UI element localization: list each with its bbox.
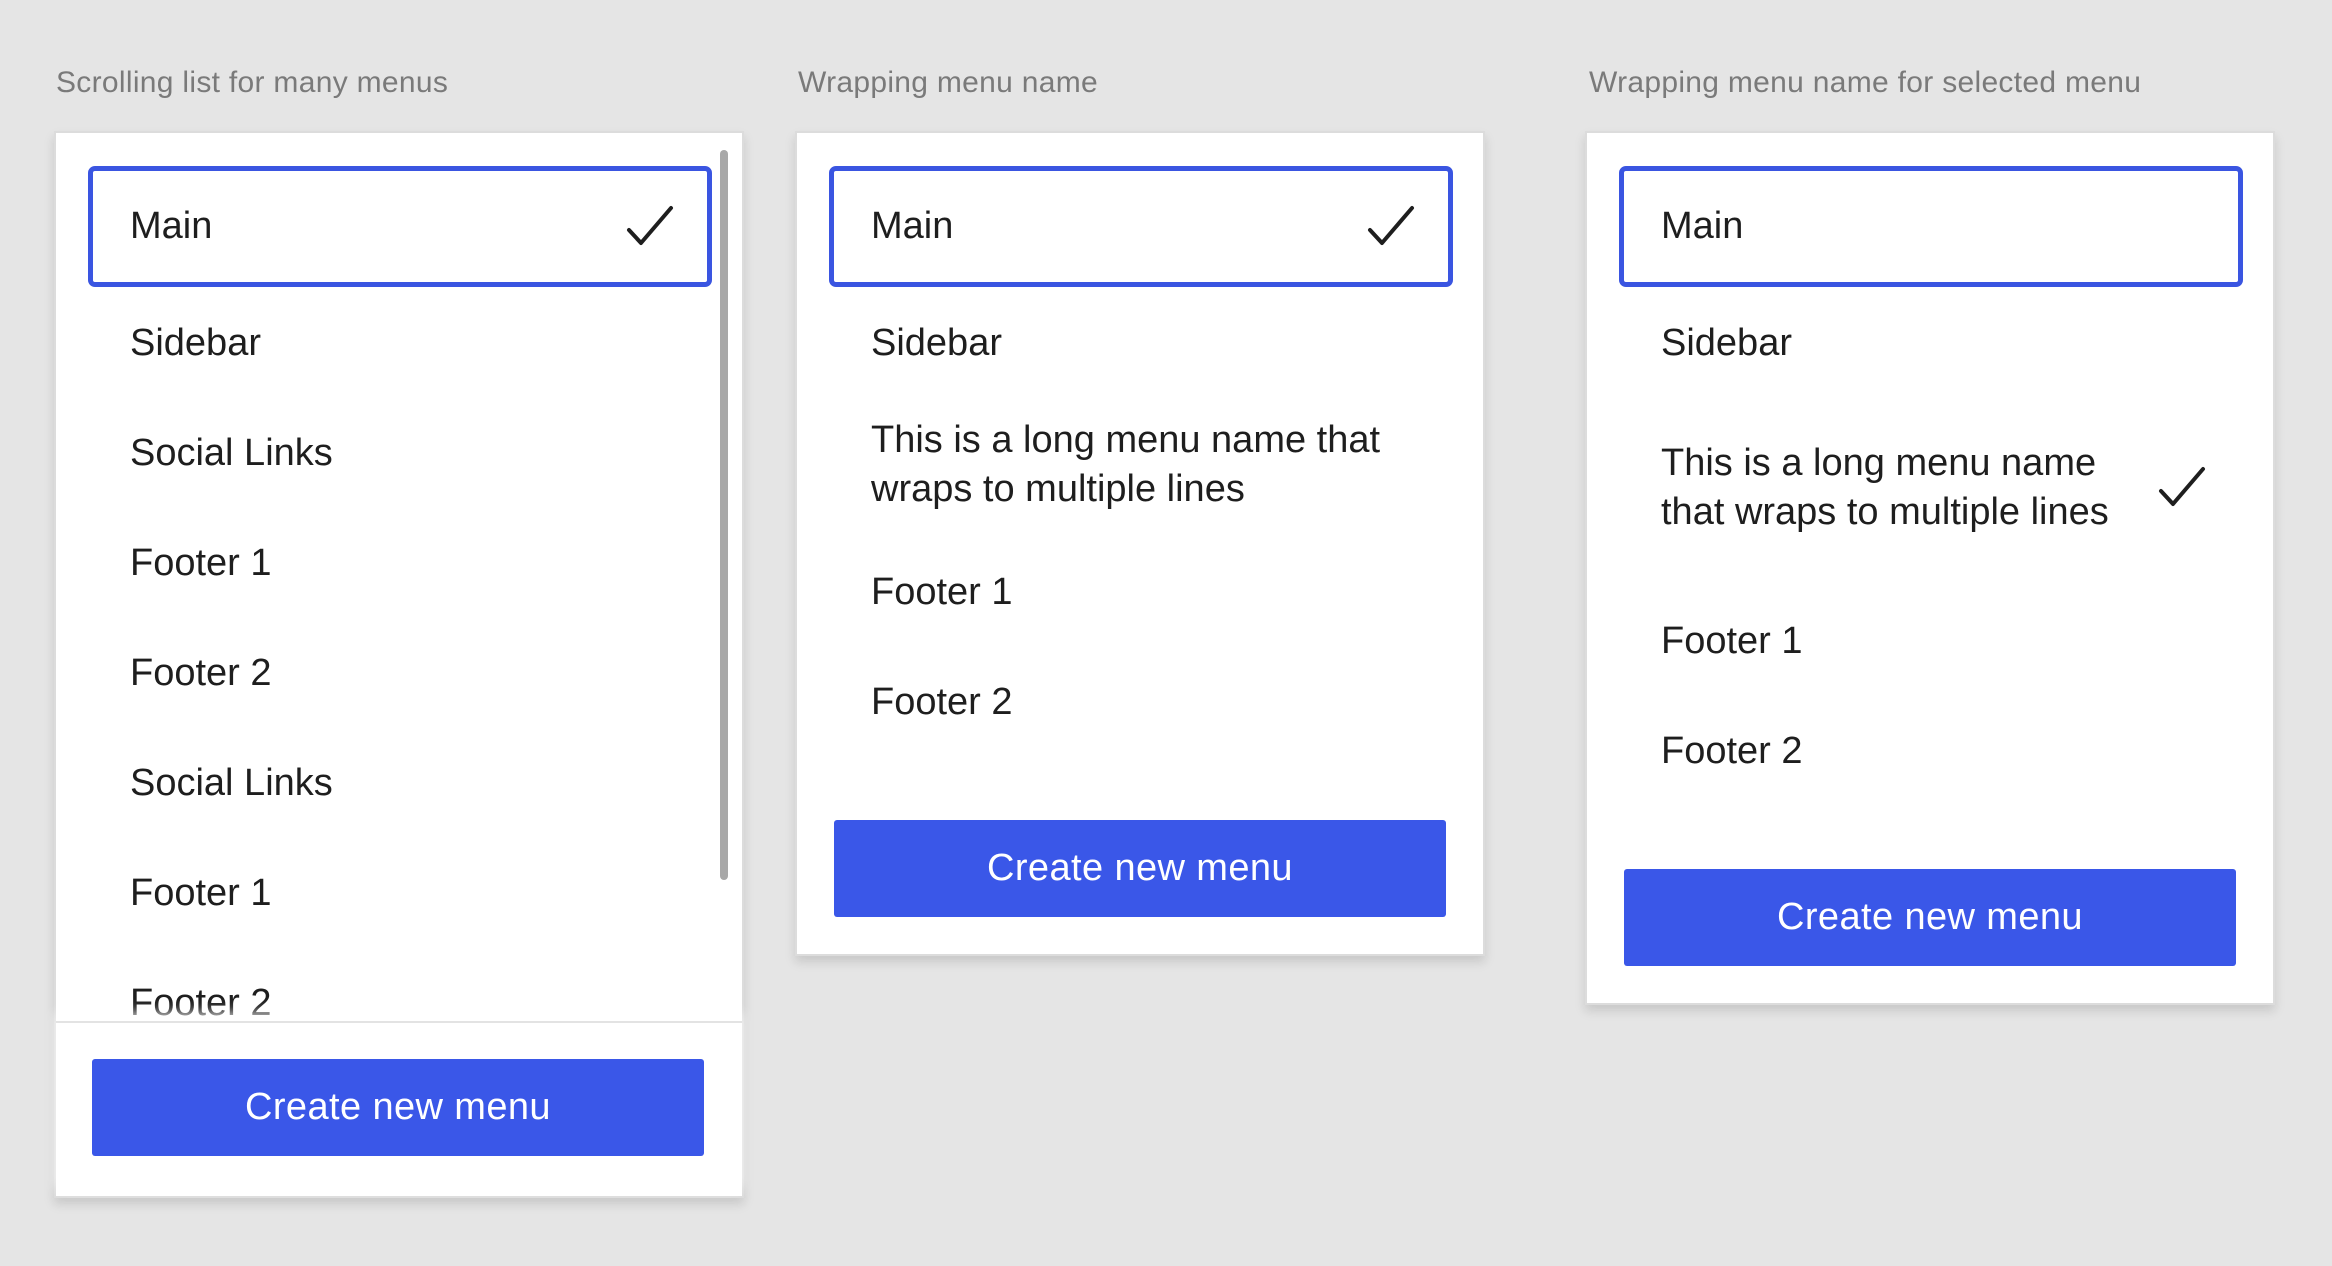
- menu-item-footer-2[interactable]: Footer 2: [88, 958, 712, 1027]
- create-new-menu-button[interactable]: Create new menu: [1624, 869, 2236, 966]
- menu-item-label: Footer 1: [130, 541, 272, 584]
- checkmark-icon: [1367, 205, 1415, 249]
- create-new-menu-button[interactable]: Create new menu: [834, 820, 1446, 917]
- column-title-scrolling: Scrolling list for many menus: [56, 66, 449, 99]
- create-new-menu-button[interactable]: Create new menu: [92, 1059, 704, 1156]
- panel-footer: Create new menu: [56, 1021, 742, 1196]
- menu-item-label: Social Links: [130, 431, 333, 474]
- menu-item-main[interactable]: Main: [1619, 166, 2243, 287]
- menu-item-main[interactable]: Main: [829, 166, 1453, 287]
- menu-item-footer-1[interactable]: Footer 1: [88, 848, 712, 938]
- menu-panel-scrolling: Main Sidebar Social Links Footer 1 Foote…: [54, 131, 744, 1198]
- menu-item-label: Main: [130, 205, 213, 247]
- menu-item-sidebar[interactable]: Sidebar: [88, 298, 712, 388]
- menu-item-sidebar[interactable]: Sidebar: [829, 298, 1453, 388]
- menu-item-footer-1[interactable]: Footer 1: [829, 547, 1453, 637]
- menu-panel-wrapping-selected: Main Sidebar This is a long menu name th…: [1585, 131, 2275, 1005]
- menu-item-sidebar[interactable]: Sidebar: [1619, 298, 2243, 388]
- column-title-wrapping: Wrapping menu name: [798, 66, 1099, 99]
- checkmark-icon: [2158, 466, 2206, 510]
- menu-item-label: Sidebar: [130, 321, 261, 364]
- menu-item-footer-2[interactable]: Footer 2: [829, 657, 1453, 747]
- menu-item-label: Footer 1: [1661, 619, 1803, 662]
- menu-item-main[interactable]: Main: [88, 166, 712, 287]
- menu-item-long-name[interactable]: This is a long menu name that wraps to m…: [829, 402, 1453, 527]
- menu-item-footer-2[interactable]: Footer 2: [1619, 706, 2243, 796]
- menu-item-label: Footer 2: [130, 981, 272, 1024]
- menu-item-social-links[interactable]: Social Links: [88, 408, 712, 498]
- scrollbar-thumb[interactable]: [720, 150, 728, 880]
- menu-item-label: Main: [1661, 205, 1744, 247]
- menu-item-label: Main: [871, 205, 954, 247]
- menu-item-label: Footer 2: [130, 651, 272, 694]
- menu-item-label: Footer 1: [130, 871, 272, 914]
- menu-item-social-links[interactable]: Social Links: [88, 738, 712, 828]
- menu-item-footer-2[interactable]: Footer 2: [88, 628, 712, 718]
- column-title-wrapping-selected: Wrapping menu name for selected menu: [1589, 66, 2142, 99]
- menu-item-label: Sidebar: [1661, 321, 1792, 364]
- menu-item-footer-1[interactable]: Footer 1: [88, 518, 712, 608]
- menu-item-long-name[interactable]: This is a long menu name that wraps to m…: [1619, 404, 2243, 572]
- menu-item-label: Social Links: [130, 761, 333, 804]
- menu-item-label: This is a long menu name that wraps to m…: [871, 418, 1381, 510]
- menu-item-label: Sidebar: [871, 321, 1002, 364]
- menu-item-footer-1[interactable]: Footer 1: [1619, 596, 2243, 686]
- menu-item-label: Footer 2: [871, 680, 1013, 723]
- menu-item-label: This is a long menu name that wraps to m…: [1661, 442, 2109, 533]
- menu-list[interactable]: Main Sidebar Social Links Footer 1 Foote…: [56, 133, 742, 1027]
- menu-item-label: Footer 2: [1661, 729, 1803, 772]
- menu-item-label: Footer 1: [871, 570, 1013, 613]
- checkmark-icon: [626, 205, 674, 249]
- menu-panel-wrapping: Main Sidebar This is a long menu name th…: [795, 131, 1485, 956]
